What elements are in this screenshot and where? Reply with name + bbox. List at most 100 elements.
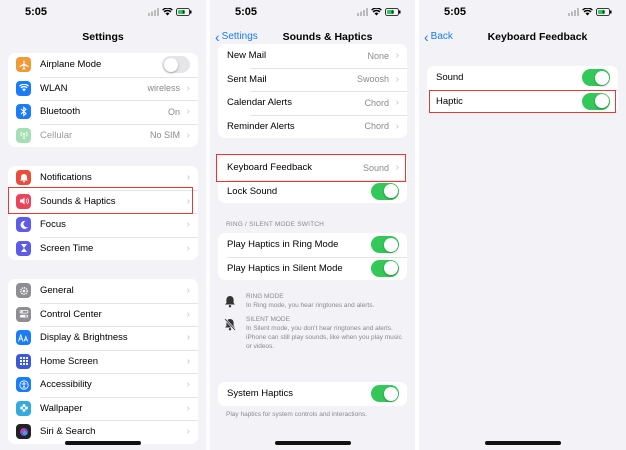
flower-icon: [16, 400, 31, 416]
system-haptics-row: System Haptics: [218, 382, 407, 406]
alert-label: Sent Mail: [227, 73, 267, 85]
ring-mode-info: RING MODE In Ring mode, you hear rington…: [220, 293, 407, 310]
home-indicator: [274, 441, 351, 445]
cellular-value: No SIM: [149, 130, 180, 141]
accessibility-icon: [16, 377, 31, 393]
general-group: General › Control Center › Display & Bri…: [8, 279, 198, 444]
highlight-box: [429, 90, 616, 113]
chevron-right-icon: ›: [186, 285, 190, 297]
settings-row-general[interactable]: General ›: [8, 279, 198, 303]
settings-row-wlan[interactable]: WLAN wireless ›: [8, 76, 198, 101]
settings-row-wallpaper[interactable]: Wallpaper ›: [8, 396, 198, 421]
settings-row-label: Screen Time: [40, 242, 94, 254]
antenna-icon: [16, 127, 31, 143]
settings-row-home-screen[interactable]: Home Screen ›: [8, 349, 198, 374]
silent-mode-info: SILENT MODE In Silent mode, you don't he…: [220, 316, 407, 351]
chevron-right-icon: ›: [186, 355, 190, 367]
alert-value: Swoosh: [356, 74, 389, 85]
status-time: 5:05: [235, 6, 258, 18]
connectivity-group: Airplane Mode WLAN wireless › Bluetooth …: [8, 53, 198, 147]
status-time: 5:05: [25, 6, 48, 18]
ring-mode-desc: In Ring mode, you hear ringtones and ale…: [246, 302, 375, 309]
status-bar: 5:05: [419, 6, 626, 22]
alert-value: Chord: [364, 121, 389, 132]
wifi-status-icon: [582, 8, 593, 16]
chevron-right-icon: ›: [186, 82, 190, 94]
system-haptics-toggle[interactable]: [371, 385, 399, 403]
highlight-box: [216, 154, 406, 182]
alert-label: Reminder Alerts: [227, 120, 295, 132]
alert-label: New Mail: [227, 50, 267, 62]
page-title: Keyboard Feedback: [487, 31, 588, 43]
settings-row-bluetooth[interactable]: Bluetooth On ›: [8, 100, 198, 124]
hourglass-icon: [16, 240, 31, 256]
moon-icon: [16, 217, 31, 233]
lock-sound-toggle[interactable]: [371, 182, 399, 200]
home-indicator: [65, 441, 141, 445]
silent-haptics-row: Play Haptics in Silent Mode: [218, 256, 407, 281]
status-icons: [568, 8, 612, 16]
settings-row-label: Siri & Search: [40, 426, 96, 438]
alert-label: Calendar Alerts: [227, 97, 292, 109]
alert-value: Chord: [364, 97, 389, 108]
settings-row-siri[interactable]: Siri & Search ›: [8, 420, 198, 444]
alert-row-new-mail[interactable]: New Mail None ›: [218, 44, 407, 68]
chevron-right-icon: ›: [395, 50, 399, 62]
keyboard-feedback-panel: 5:05 ‹ Back Keyboard Feedback Sound Hapt…: [419, 0, 626, 450]
lock-sound-row: Lock Sound: [218, 179, 407, 204]
chevron-right-icon: ›: [186, 308, 190, 320]
settings-row-label: Focus: [40, 219, 66, 231]
lock-sound-label: Lock Sound: [227, 185, 278, 197]
settings-row-cellular[interactable]: Cellular No SIM ›: [8, 123, 198, 148]
home-indicator: [484, 441, 561, 445]
alert-row-sent-mail[interactable]: Sent Mail Swoosh ›: [218, 67, 407, 92]
settings-row-label: General: [40, 285, 74, 297]
chevron-right-icon: ›: [186, 379, 190, 391]
settings-row-label: Accessibility: [40, 379, 92, 391]
settings-panel: 5:05 Settings Airplane Mode WLAN wireles…: [0, 0, 206, 450]
page-title: Sounds & Haptics: [282, 31, 373, 43]
settings-row-display[interactable]: Display & Brightness ›: [8, 326, 198, 350]
bell-slash-icon: [224, 318, 236, 331]
switches-icon: [16, 306, 31, 322]
settings-row-label: Wallpaper: [40, 402, 83, 414]
sound-toggle[interactable]: [582, 69, 610, 87]
chevron-right-icon: ›: [186, 426, 190, 438]
sound-label: Sound: [436, 72, 464, 84]
chevron-right-icon: ›: [186, 402, 190, 414]
system-haptics-note: Play haptics for system controls and int…: [226, 411, 367, 418]
settings-row-focus[interactable]: Focus ›: [8, 213, 198, 237]
siri-icon: [16, 424, 31, 440]
signal-icon: [357, 8, 368, 16]
silent-mode-desc: In Silent mode, you don't hear ringtones…: [246, 325, 402, 350]
ring-haptics-label: Play Haptics in Ring Mode: [227, 239, 339, 251]
settings-row-label: Control Center: [40, 308, 102, 320]
settings-row-airplane[interactable]: Airplane Mode: [8, 53, 198, 77]
highlight-box: [8, 187, 193, 214]
wlan-value: wireless: [147, 83, 180, 94]
chevron-right-icon: ›: [186, 129, 190, 141]
settings-row-notifications[interactable]: Notifications ›: [8, 166, 198, 190]
silent-mode-title: SILENT MODE: [246, 316, 290, 323]
ring-haptics-toggle[interactable]: [371, 236, 399, 254]
ring-mode-title: RING MODE: [246, 293, 284, 300]
status-icons: [148, 8, 192, 16]
status-icons: [357, 8, 401, 16]
settings-row-control-center[interactable]: Control Center ›: [8, 302, 198, 327]
airplane-toggle[interactable]: [162, 56, 190, 74]
silent-haptics-toggle[interactable]: [371, 259, 399, 277]
settings-row-screen-time[interactable]: Screen Time ›: [8, 236, 198, 261]
wifi-status-icon: [162, 8, 173, 16]
settings-row-label: Display & Brightness: [40, 332, 128, 344]
alert-row-calendar[interactable]: Calendar Alerts Chord ›: [218, 91, 407, 115]
signal-icon: [568, 8, 579, 16]
chevron-right-icon: ›: [186, 106, 190, 118]
battery-charging-icon: [176, 8, 192, 16]
ring-section-header: RING / SILENT MODE SWITCH: [226, 221, 325, 228]
sound-row: Sound: [427, 66, 618, 90]
alert-row-reminder[interactable]: Reminder Alerts Chord ›: [218, 114, 407, 139]
chevron-right-icon: ›: [395, 120, 399, 132]
settings-row-label: Notifications: [40, 172, 92, 184]
settings-row-accessibility[interactable]: Accessibility ›: [8, 373, 198, 397]
settings-row-label: WLAN: [40, 82, 68, 94]
